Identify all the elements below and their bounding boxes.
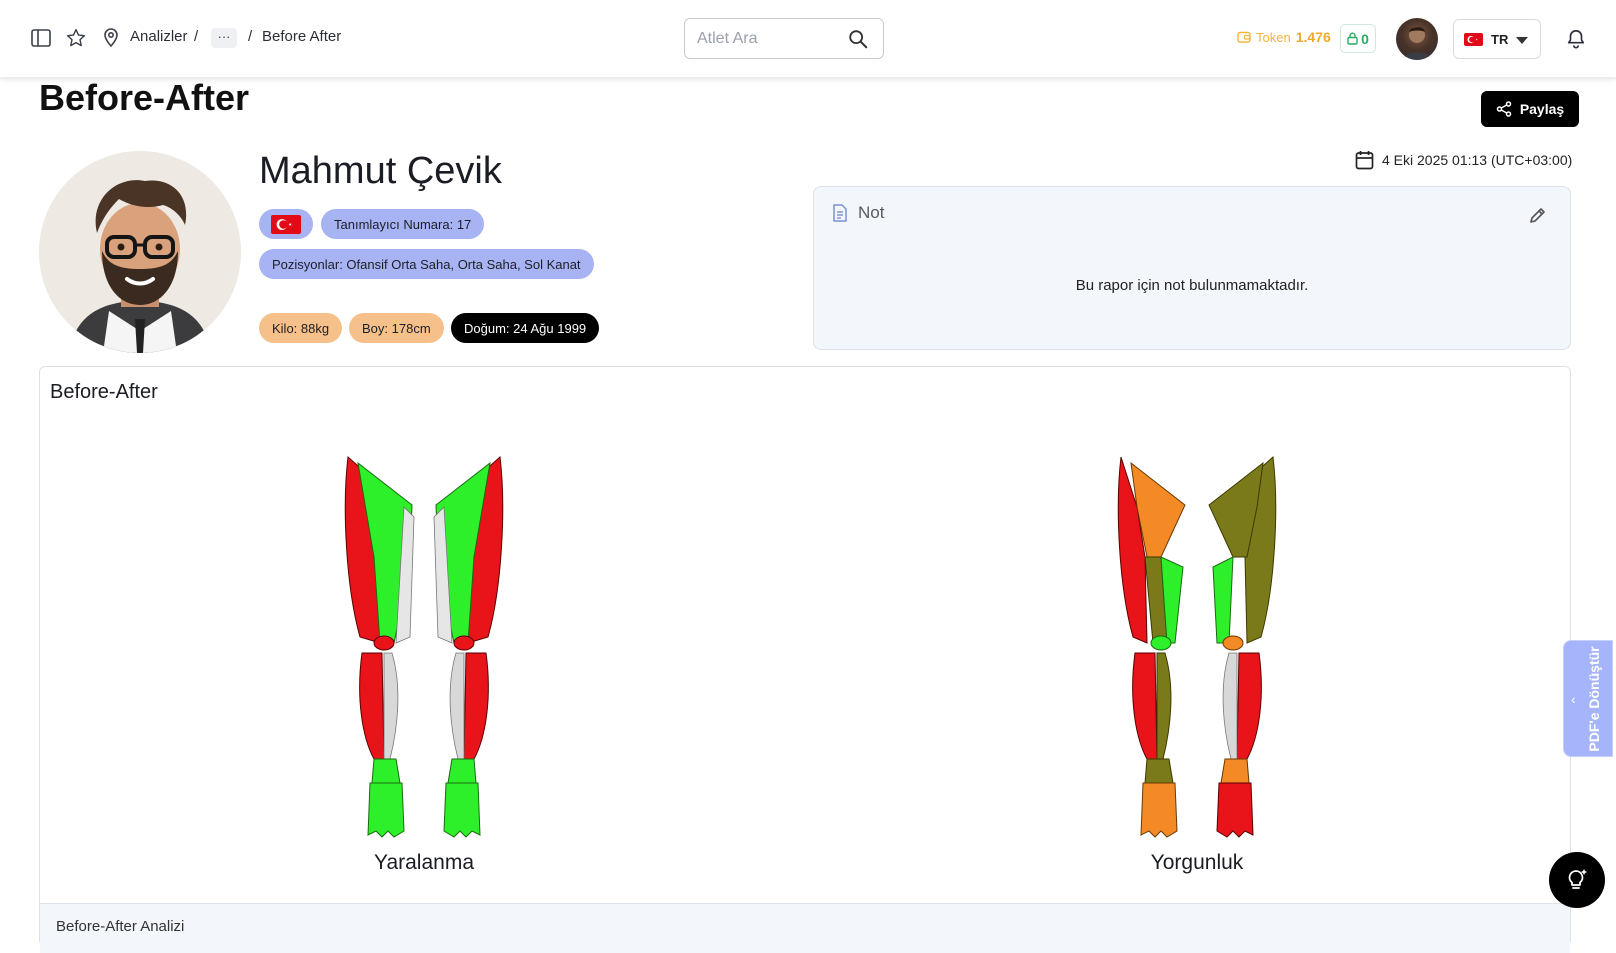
weight-badge: Kilo: 88kg xyxy=(259,313,343,343)
chevron-down-icon xyxy=(1516,37,1528,44)
note-empty-text: Bu rapor için not bulunmamaktadır. xyxy=(1075,277,1309,294)
report-date-text: 4 Eki 2025 01:13 (UTC+03:00) xyxy=(1382,152,1573,168)
breadcrumb-separator: / xyxy=(194,28,199,45)
locked-tokens[interactable]: 0 xyxy=(1340,24,1376,53)
athlete-name: Mahmut Çevik xyxy=(259,150,502,192)
athlete-portrait xyxy=(39,151,241,353)
lock-icon xyxy=(1347,32,1358,45)
search-icon[interactable] xyxy=(847,28,869,50)
share-icon xyxy=(1496,101,1512,117)
language-selector[interactable]: TR xyxy=(1453,19,1541,59)
lightbulb-sparkle-icon xyxy=(1568,869,1587,889)
before-after-analysis-section[interactable]: Before-After Analizi xyxy=(40,903,1570,953)
note-title: Not xyxy=(858,203,885,222)
before-after-analysis-label: Before-After Analizi xyxy=(56,918,185,935)
wallet-icon xyxy=(1237,31,1251,43)
athlete-search xyxy=(684,18,884,59)
user-avatar[interactable] xyxy=(1396,18,1438,60)
document-icon xyxy=(833,204,847,222)
convert-to-pdf-label: PDF'e Dönüştür xyxy=(1586,646,1602,752)
breadcrumb-more[interactable]: ··· xyxy=(211,28,237,48)
height-badge: Boy: 178cm xyxy=(349,313,444,343)
note-card: Not Bu rapor için not bulunmamaktadır. xyxy=(813,186,1571,350)
calendar-icon xyxy=(1355,151,1374,170)
before-after-title: Before-After xyxy=(50,381,158,403)
search-input[interactable] xyxy=(697,28,847,50)
edit-pencil-icon[interactable] xyxy=(1528,205,1548,225)
positions-badge: Pozisyonlar: Ofansif Orta Saha, Orta Sah… xyxy=(259,249,594,279)
page-title: Before-After xyxy=(39,77,250,118)
injury-legs-figure xyxy=(344,455,504,838)
fatigue-caption: Yorgunluk xyxy=(1150,851,1244,874)
convert-to-pdf-tab[interactable]: ‹ PDF'e Dönüştür xyxy=(1563,640,1613,757)
birth-date-badge: Doğum: 24 Ağu 1999 xyxy=(451,313,600,343)
report-date: 4 Eki 2025 01:13 (UTC+03:00) xyxy=(1355,150,1572,170)
share-label: Paylaş xyxy=(1519,101,1565,117)
before-after-card: Before-After Yaralanma Yorgunluk Before-… xyxy=(39,366,1571,953)
identifier-badge: Tanımlayıcı Numara: 17 xyxy=(321,209,485,239)
chevron-left-icon: ‹ xyxy=(1571,691,1576,707)
note-header: Not xyxy=(832,203,884,223)
breadcrumb-current: Before After xyxy=(262,28,342,45)
star-icon[interactable] xyxy=(64,26,88,50)
token-label: Token xyxy=(1256,29,1291,45)
token-value: 1.476 xyxy=(1295,29,1331,45)
token-balance: Token 1.476 xyxy=(1237,29,1331,45)
breadcrumb-separator: / xyxy=(248,28,253,45)
fatigue-legs-figure xyxy=(1117,455,1277,838)
assistant-button[interactable] xyxy=(1549,852,1605,908)
location-pin-icon xyxy=(99,26,123,50)
turkey-flag-icon xyxy=(271,214,301,234)
injury-caption: Yaralanma xyxy=(374,851,474,874)
nationality-badge xyxy=(259,209,313,239)
notification-bell-icon[interactable] xyxy=(1565,28,1587,50)
share-button[interactable]: Paylaş xyxy=(1481,91,1579,127)
top-bar: Analizler / ··· / Before After Token 1.4… xyxy=(0,0,1616,77)
breadcrumb-analizler[interactable]: Analizler xyxy=(130,28,188,45)
turkey-flag-icon xyxy=(1464,32,1483,46)
locked-value: 0 xyxy=(1361,30,1369,47)
language-code: TR xyxy=(1491,31,1509,47)
sidebar-toggle-icon[interactable] xyxy=(29,26,53,50)
